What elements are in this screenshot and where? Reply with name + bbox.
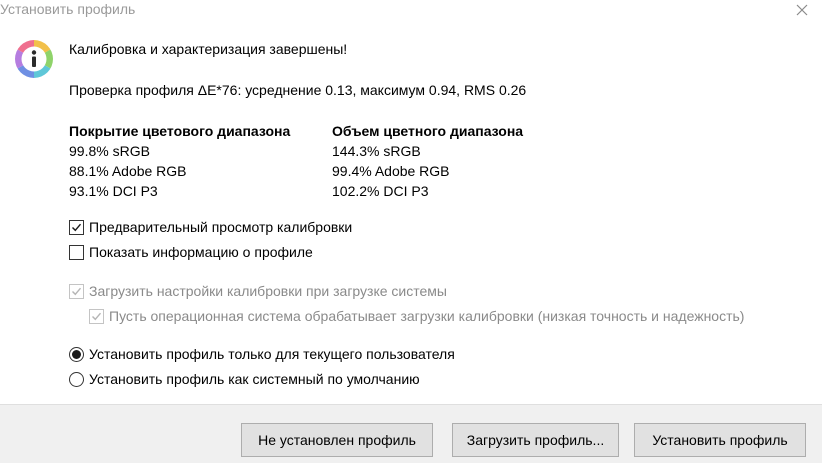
preview-calibration-label: Предварительный просмотр калибровки bbox=[89, 219, 353, 235]
os-calibration-loading-checkbox bbox=[89, 308, 104, 324]
completion-message: Калибровка и характеризация завершены! bbox=[69, 41, 348, 57]
load-profile-button[interactable]: Загрузить профиль... bbox=[452, 423, 619, 457]
gamut-coverage-row: 99.8% sRGB bbox=[69, 143, 150, 159]
install-system-default-radio[interactable] bbox=[69, 371, 84, 387]
os-calibration-loading-option: Пусть операционная система обрабатывает … bbox=[89, 308, 744, 324]
gamut-volume-title: Объем цветного диапазона bbox=[332, 123, 524, 139]
gamut-coverage-row: 93.1% DCI P3 bbox=[69, 183, 158, 199]
radio-selected-dot bbox=[72, 349, 81, 359]
show-profile-info-checkbox[interactable] bbox=[69, 244, 84, 260]
gamut-volume-row: 99.4% Adobe RGB bbox=[332, 163, 450, 179]
gamut-volume-block: Объем цветного диапазона 144.3% sRGB 99.… bbox=[332, 121, 523, 201]
gamut-coverage-block: Покрытие цветового диапазона 99.8% sRGB … bbox=[69, 121, 290, 201]
gamut-coverage-row: 88.1% Adobe RGB bbox=[69, 163, 187, 179]
close-button[interactable] bbox=[791, 0, 813, 20]
gamut-coverage-title: Покрытие цветового диапазона bbox=[69, 123, 291, 139]
title-bar: Установить профиль bbox=[0, 0, 822, 22]
profile-verification-summary: Проверка профиля ΔE*76: усреднение 0.13,… bbox=[69, 82, 527, 98]
checkmark-icon bbox=[72, 223, 82, 231]
install-system-default-option[interactable]: Установить профиль как системный по умол… bbox=[69, 371, 420, 387]
preview-calibration-option[interactable]: Предварительный просмотр калибровки bbox=[69, 219, 352, 235]
checkmark-icon bbox=[92, 312, 102, 320]
load-calibration-startup-checkbox bbox=[69, 283, 84, 299]
checkmark-icon bbox=[72, 287, 82, 295]
no-profile-button[interactable]: Не установлен профиль bbox=[241, 423, 433, 457]
install-current-user-option[interactable]: Установить профиль только для текущего п… bbox=[69, 346, 455, 362]
dialog-footer: Не установлен профиль Загрузить профиль.… bbox=[0, 404, 822, 463]
window-title: Установить профиль bbox=[0, 1, 136, 17]
install-current-user-label: Установить профиль только для текущего п… bbox=[89, 346, 455, 362]
install-system-default-label: Установить профиль как системный по умол… bbox=[89, 371, 420, 387]
show-profile-info-option[interactable]: Показать информацию о профиле bbox=[69, 244, 313, 260]
gamut-volume-row: 102.2% DCI P3 bbox=[332, 183, 429, 199]
gamut-volume-row: 144.3% sRGB bbox=[332, 143, 421, 159]
close-icon bbox=[796, 4, 808, 16]
install-profile-button[interactable]: Установить профиль bbox=[634, 423, 806, 457]
info-icon bbox=[15, 40, 53, 78]
show-profile-info-label: Показать информацию о профиле bbox=[89, 244, 313, 260]
load-calibration-startup-option: Загрузить настройки калибровки при загру… bbox=[69, 283, 447, 299]
load-calibration-startup-label: Загрузить настройки калибровки при загру… bbox=[89, 283, 447, 299]
os-calibration-loading-label: Пусть операционная система обрабатывает … bbox=[109, 308, 745, 324]
install-current-user-radio[interactable] bbox=[69, 346, 84, 362]
preview-calibration-checkbox[interactable] bbox=[69, 219, 84, 235]
